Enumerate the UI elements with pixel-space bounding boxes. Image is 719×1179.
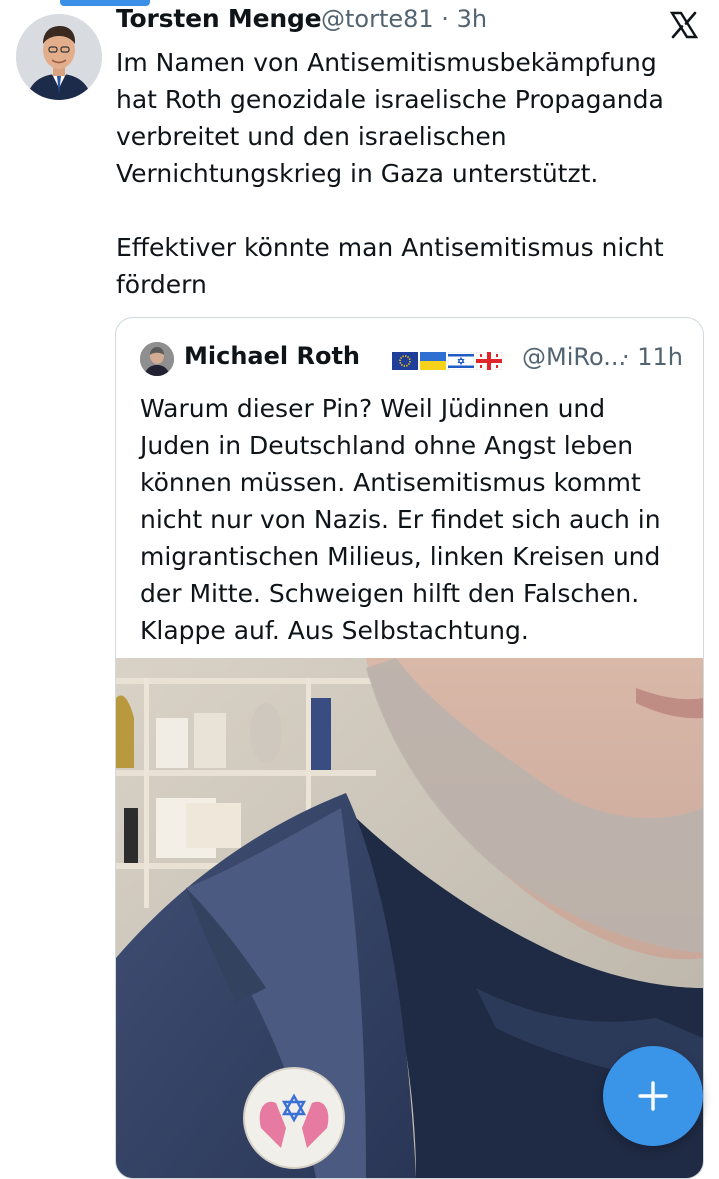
quoted-tweet-header: Michael Roth @MiRo... · 11h	[140, 338, 687, 378]
tweet-text: Im Namen von Antisemitismusbekämpfung ha…	[116, 48, 664, 299]
x-logo-icon	[669, 11, 699, 39]
tweet-header: Torsten Menge @torte81 · 3h	[116, 0, 699, 40]
flag-emojis	[392, 352, 502, 370]
eu-flag-icon	[392, 352, 418, 370]
quoted-tweet-card[interactable]: Michael Roth @MiRo... · 11h Warum dieser…	[115, 317, 704, 1179]
quoted-author-name[interactable]: Michael Roth	[184, 342, 360, 370]
plus-icon	[638, 1081, 668, 1111]
ukraine-flag-icon	[420, 352, 446, 370]
compose-button[interactable]	[603, 1046, 703, 1146]
person-photo-icon	[140, 342, 174, 376]
person-photo-icon	[16, 14, 102, 100]
quoted-author-handle[interactable]: @MiRo...	[522, 343, 626, 371]
quoted-tweet-text: Warum dieser Pin? Weil Jüdinnen und Jude…	[140, 394, 661, 645]
quoted-author-avatar[interactable]	[140, 342, 174, 376]
author-name[interactable]: Torsten Menge	[116, 4, 322, 33]
georgia-flag-icon	[476, 352, 502, 370]
author-avatar[interactable]	[16, 14, 102, 100]
quoted-tweet-time[interactable]: · 11h	[622, 343, 683, 371]
author-handle-time[interactable]: @torte81 · 3h	[321, 5, 487, 33]
israel-flag-icon	[448, 352, 474, 370]
